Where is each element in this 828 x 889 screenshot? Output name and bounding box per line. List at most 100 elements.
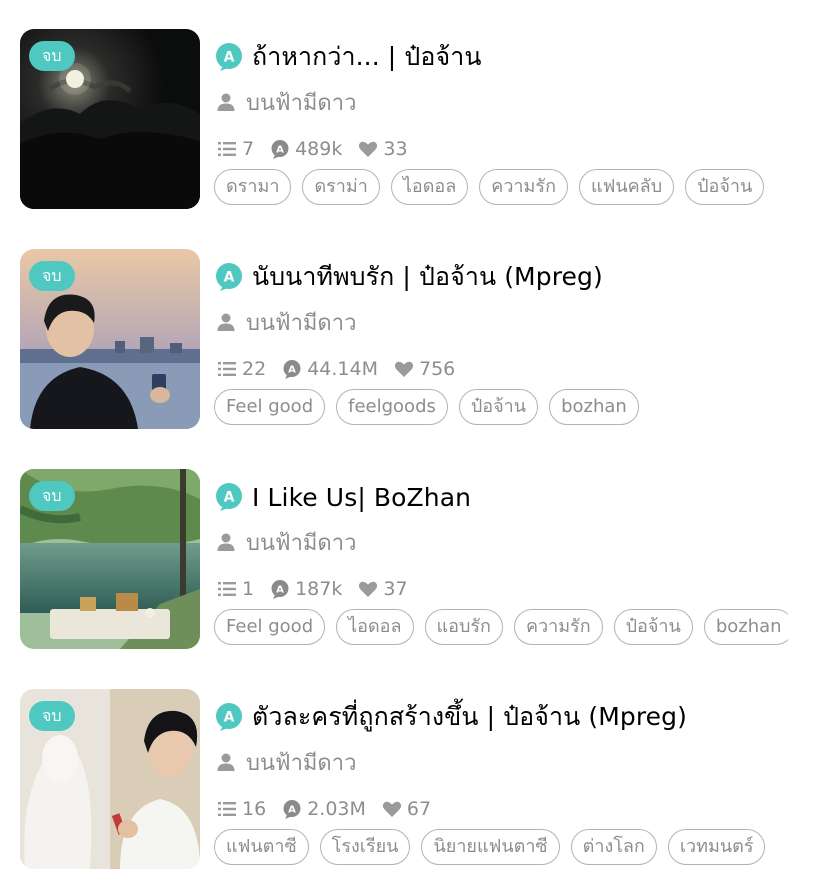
author-row[interactable]: บนฟ้ามีดาว: [216, 525, 356, 559]
chapter-count-value: 1: [242, 578, 255, 600]
story-title[interactable]: ตัวละครที่ถูกสร้างขึ้น | ป๋อจ้าน (Mpreg): [252, 697, 687, 737]
story-title[interactable]: ถ้าหากว่า... | ป๋อจ้าน: [252, 37, 482, 77]
tag[interactable]: นิยายแฟนตาซี: [421, 829, 560, 865]
tag[interactable]: ความรัก: [513, 609, 603, 645]
like-count: 37: [358, 578, 408, 600]
title-row: A ตัวละครที่ถูกสร้างขึ้น | ป๋อจ้าน (Mpre…: [214, 697, 687, 737]
like-count-value: 756: [418, 358, 456, 380]
author-name: บนฟ้ามีดาว: [246, 90, 357, 116]
tag[interactable]: ดรามา: [214, 169, 292, 205]
tag[interactable]: feelgoods: [336, 389, 448, 425]
story-card[interactable]: จบ A ตัวละครที่ถูกสร้างขึ้น | ป๋อจ้าน (M…: [0, 689, 828, 869]
like-count-value: 67: [406, 798, 432, 820]
view-count-value: 2.03M: [307, 798, 366, 820]
heart-icon: [359, 141, 378, 157]
svg-text:A: A: [288, 805, 296, 816]
tag[interactable]: ต่างโลก: [570, 829, 657, 865]
stats-row: 7 A 489k 33: [217, 134, 424, 164]
story-info: A I Like Us| BoZhan บนฟ้ามีดาว 1 A 187k …: [214, 469, 814, 649]
tag[interactable]: แฟนตาซี: [214, 829, 309, 865]
eye-badge-icon: A: [283, 800, 301, 819]
svg-text:A: A: [276, 145, 284, 156]
author-row[interactable]: บนฟ้ามีดาว: [216, 745, 356, 779]
svg-text:A: A: [288, 365, 296, 376]
stats-row: 22 A 44.14M 756: [217, 354, 471, 384]
tag[interactable]: แอบรัก: [424, 609, 503, 645]
chapter-count: 1: [217, 578, 254, 600]
tag[interactable]: เวทมนตร์: [667, 829, 766, 865]
view-count-value: 187k: [295, 578, 343, 600]
story-info: A นับนาทีพบรัก | ป๋อจ้าน (Mpreg) บนฟ้ามี…: [214, 249, 814, 429]
like-count: 33: [358, 138, 408, 160]
person-icon: [217, 313, 235, 331]
svg-text:A: A: [224, 710, 235, 726]
tag-list: แฟนตาซี โรงเรียน นิยายแฟนตาซี ต่างโลก เวทมนต…: [214, 829, 788, 867]
author-name: บนฟ้ามีดาว: [246, 530, 357, 556]
list-icon: [218, 582, 236, 596]
svg-text:A: A: [276, 585, 284, 596]
eye-badge-icon: A: [271, 140, 289, 159]
stats-row: 1 A 187k 37: [217, 574, 424, 604]
tag[interactable]: bozhan: [549, 389, 639, 425]
story-cover[interactable]: จบ: [20, 29, 200, 209]
view-count: A 489k: [270, 138, 342, 160]
story-list: จบ A ถ้าหากว่า... | ป๋อจ้าน บนฟ้ามีดาว 7…: [0, 0, 828, 889]
author-row[interactable]: บนฟ้ามีดาว: [216, 85, 356, 119]
heart-icon: [382, 801, 402, 817]
list-icon: [218, 802, 236, 816]
like-count: 67: [382, 798, 431, 820]
tag[interactable]: Feel good: [214, 389, 326, 425]
tag-list: Feel good ไอดอล แอบรัก ความรัก ป๋อจ้าน bozhan: [214, 609, 788, 647]
a-letter-bubble-icon: A: [216, 703, 242, 731]
like-count: 756: [394, 358, 455, 380]
tag[interactable]: ไอดอล: [336, 609, 414, 645]
story-title[interactable]: นับนาทีพบรัก | ป๋อจ้าน (Mpreg): [252, 257, 603, 297]
chapter-count-value: 7: [242, 138, 255, 160]
svg-text:A: A: [224, 270, 235, 286]
eye-badge-icon: A: [271, 580, 289, 599]
story-title[interactable]: I Like Us| BoZhan: [252, 483, 471, 512]
tag[interactable]: โรงเรียน: [319, 829, 411, 865]
chapter-count: 7: [217, 138, 254, 160]
heart-icon: [394, 361, 414, 377]
list-icon: [218, 362, 236, 376]
chapter-count-value: 16: [242, 798, 267, 820]
tag[interactable]: ไอดอล: [390, 169, 469, 205]
tag[interactable]: ป๋อจ้าน: [685, 169, 765, 205]
like-count-value: 33: [383, 138, 408, 160]
svg-text:A: A: [224, 50, 235, 66]
view-count-value: 489k: [295, 138, 343, 160]
view-count: A 44.14M: [282, 358, 378, 380]
chapter-count: 22: [217, 358, 266, 380]
tag[interactable]: ความรัก: [479, 169, 568, 205]
tag[interactable]: แฟนคลับ: [578, 169, 675, 205]
title-row: A นับนาทีพบรัก | ป๋อจ้าน (Mpreg): [214, 257, 603, 297]
tag[interactable]: ป๋อจ้าน: [458, 389, 539, 425]
tag[interactable]: Feel good: [214, 609, 326, 645]
title-row: A I Like Us| BoZhan: [214, 477, 471, 517]
tag[interactable]: bozhan: [703, 609, 788, 645]
status-badge: จบ: [29, 701, 75, 731]
svg-text:A: A: [224, 490, 235, 506]
story-card[interactable]: จบ A I Like Us| BoZhan บนฟ้ามีดาว 1 A 18…: [0, 469, 828, 649]
story-card[interactable]: จบ A นับนาทีพบรัก | ป๋อจ้าน (Mpreg) บนฟ้…: [0, 249, 828, 429]
person-icon: [217, 753, 235, 771]
author-row[interactable]: บนฟ้ามีดาว: [216, 305, 356, 339]
view-count: A 2.03M: [282, 798, 366, 820]
story-info: A ถ้าหากว่า... | ป๋อจ้าน บนฟ้ามีดาว 7 A …: [214, 29, 814, 209]
story-cover[interactable]: จบ: [20, 469, 200, 649]
like-count-value: 37: [383, 578, 408, 600]
story-cover[interactable]: จบ: [20, 249, 200, 429]
author-name: บนฟ้ามีดาว: [246, 310, 357, 336]
tag[interactable]: ป๋อจ้าน: [613, 609, 693, 645]
story-card[interactable]: จบ A ถ้าหากว่า... | ป๋อจ้าน บนฟ้ามีดาว 7…: [0, 29, 828, 209]
status-badge: จบ: [29, 261, 75, 291]
tag[interactable]: ดราม่า: [302, 169, 380, 205]
a-letter-bubble-icon: A: [216, 43, 242, 71]
eye-badge-icon: A: [283, 360, 301, 379]
story-cover[interactable]: จบ: [20, 689, 200, 869]
person-icon: [217, 533, 235, 551]
list-icon: [218, 142, 236, 156]
stats-row: 16 A 2.03M 67: [217, 794, 447, 824]
heart-icon: [359, 581, 378, 597]
